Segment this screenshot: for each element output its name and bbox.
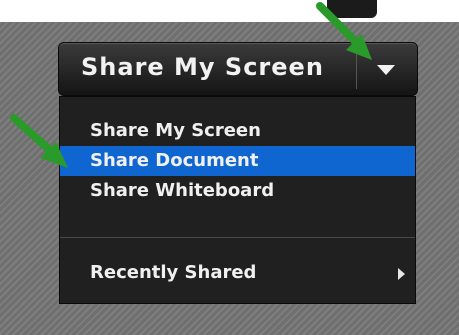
chevron-right-icon [398, 268, 405, 280]
menu-item-share-document[interactable]: Share Document [60, 146, 415, 176]
menu-item-share-whiteboard[interactable]: Share Whiteboard [60, 176, 415, 206]
menu-separator [60, 237, 415, 238]
recently-shared-label: Recently Shared [90, 262, 257, 283]
share-menu: Share My Screen Share Document Share Whi… [59, 96, 416, 304]
green-arrow-icon [316, 2, 372, 60]
green-arrow-icon [10, 114, 68, 168]
menu-item-share-my-screen[interactable]: Share My Screen [60, 116, 415, 146]
share-button-label: Share My Screen [81, 53, 324, 81]
menu-item-recently-shared[interactable]: Recently Shared [60, 258, 415, 288]
window-top-strip [0, 0, 459, 22]
